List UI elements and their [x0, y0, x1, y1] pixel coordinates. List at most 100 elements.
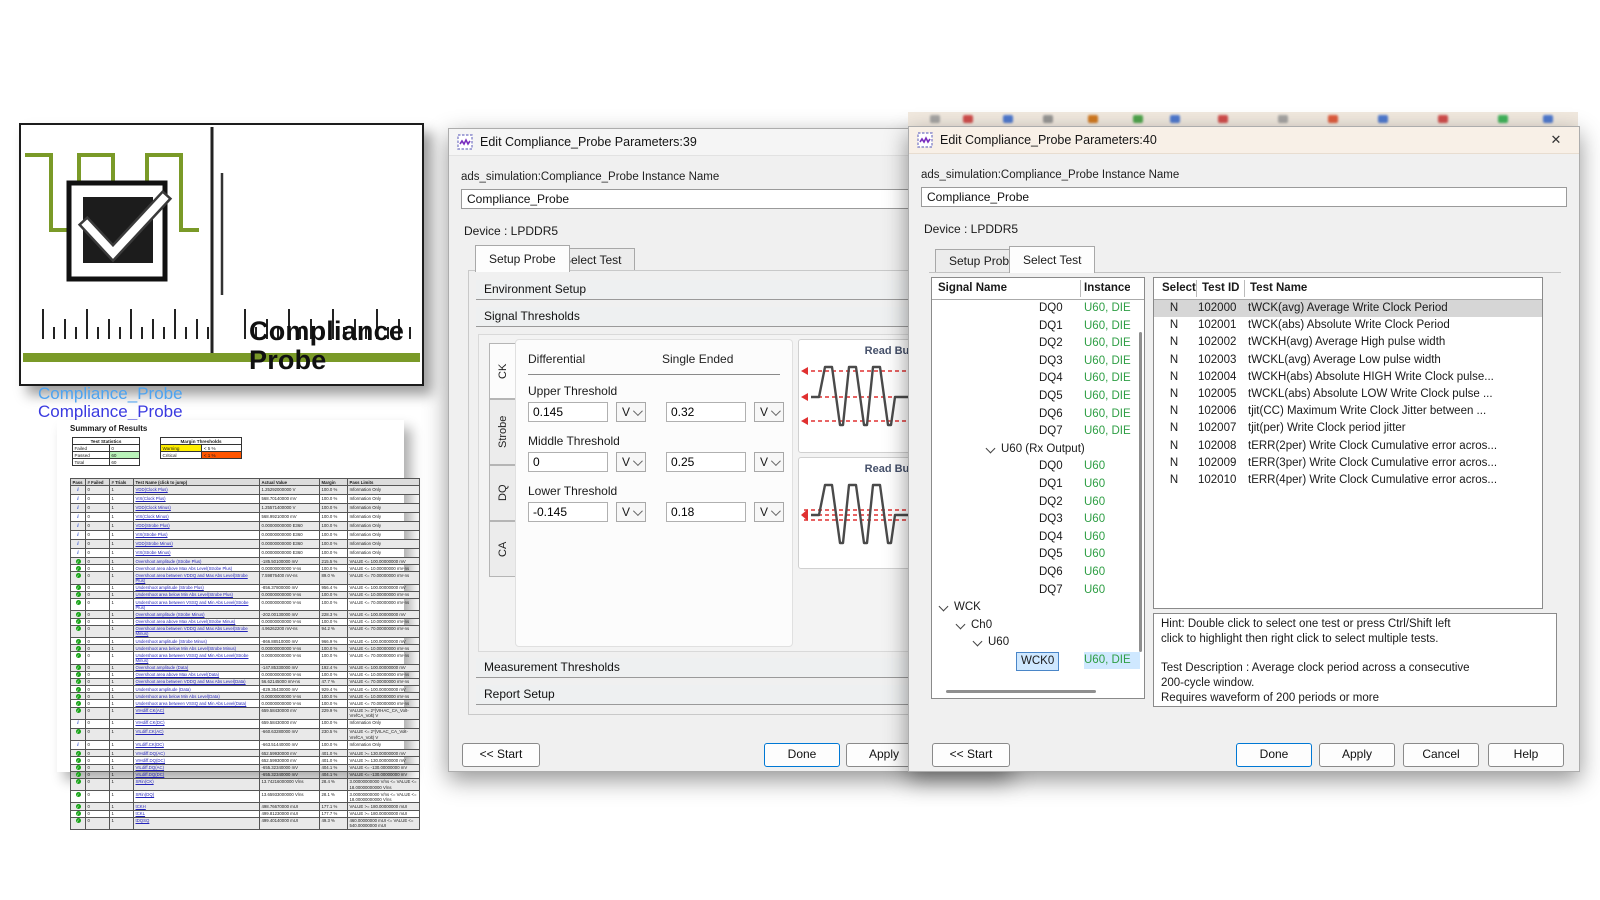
result-test-name-link[interactable]: Overshoot area above Max Abs Level(Strob… [134, 565, 260, 572]
result-test-name-link[interactable]: Overshoot area above Max Abs Level(Strob… [134, 618, 260, 625]
signal-row[interactable]: DQ1 U60 [932, 476, 1144, 494]
done-button[interactable]: Done [1236, 743, 1312, 767]
close-icon[interactable]: ✕ [1547, 131, 1565, 149]
result-test-name-link[interactable]: Undershoot area below Min Abs Level(Stro… [134, 645, 260, 652]
single-ended-unit-select[interactable]: V [754, 402, 784, 422]
signal-row[interactable]: DQ2 U60 [932, 494, 1144, 512]
signal-row[interactable]: DQ7 U60 [932, 582, 1144, 600]
test-row[interactable]: N 102003 tWCKL(avg) Average Low pulse wi… [1154, 352, 1542, 369]
signal-row[interactable]: DQ5 U60, DIE [932, 388, 1144, 406]
test-row[interactable]: N 102000 tWCK(avg) Average Write Clock P… [1154, 300, 1542, 317]
differential-unit-select[interactable]: V [616, 502, 646, 522]
result-test-name-link[interactable]: VDD(Clock Minus) [134, 504, 260, 513]
vtab-dq[interactable]: DQ [489, 465, 517, 521]
signal-row[interactable]: DQ4 U60 [932, 529, 1144, 547]
result-test-name-link[interactable]: VDD(Strobe Minus) [134, 540, 260, 549]
result-test-name-link[interactable]: Undershoot area below Min Abs Level(Stro… [134, 591, 260, 598]
test-row[interactable]: N 102005 tWCKL(abs) Absolute LOW Write C… [1154, 386, 1542, 403]
single-ended-value-input[interactable] [666, 502, 746, 522]
result-test-name-link[interactable]: Undershoot area between VSSQ and Min Abs… [134, 599, 260, 611]
single-ended-unit-select[interactable]: V [754, 502, 784, 522]
result-test-name-link[interactable]: VIHdiff.CK(DC) [134, 719, 260, 728]
result-test-name-link[interactable]: VDD(Clock Plus) [134, 486, 260, 495]
result-test-name-link[interactable]: VIX(Strobe Plus) [134, 531, 260, 540]
result-test-name-link[interactable]: Overshoot amplitude (Strobe Plus) [134, 558, 260, 565]
vtab-strobe[interactable]: Strobe [489, 399, 517, 465]
result-test-name-link[interactable]: Overshoot area between VDDQ and Max Abs … [134, 572, 260, 584]
test-row[interactable]: N 102007 tjit(per) Write Clock period ji… [1154, 420, 1542, 437]
signal-row[interactable]: DQ4 U60, DIE [932, 370, 1144, 388]
signal-row[interactable]: DQ0 U60, DIE [932, 300, 1144, 318]
single-ended-value-input[interactable] [666, 402, 746, 422]
done-button[interactable]: Done [764, 743, 840, 767]
result-test-name-link[interactable]: tDQSQ [134, 817, 260, 829]
result-test-name-link[interactable]: VILdiff.DQ(AC) [134, 764, 260, 771]
result-test-name-link[interactable]: Overshoot area between VDDQ and Max Abs … [134, 678, 260, 685]
signal-row[interactable]: Ch0 [932, 617, 1144, 635]
vtab-ca[interactable]: CA [489, 521, 517, 577]
result-test-name-link[interactable]: VIX(Clock Plus) [134, 495, 260, 504]
differential-unit-select[interactable]: V [616, 452, 646, 472]
tab-select-test[interactable]: Select Test [1009, 246, 1095, 273]
result-test-name-link[interactable]: Undershoot area between VSSQ and Min Abs… [134, 652, 260, 664]
help-button[interactable]: Help [1488, 743, 1564, 767]
signal-row[interactable]: DQ2 U60, DIE [932, 335, 1144, 353]
result-test-name-link[interactable]: VIX(Clock Minus) [134, 513, 260, 522]
result-test-name-link[interactable]: VILdiff.DQ(DC) [134, 771, 260, 778]
signal-row[interactable]: DQ6 U60, DIE [932, 406, 1144, 424]
start-button[interactable]: << Start [462, 743, 540, 767]
test-row[interactable]: N 102008 tERR(2per) Write Clock Cumulati… [1154, 438, 1542, 455]
test-row[interactable]: N 102002 tWCKH(avg) Average High pulse w… [1154, 334, 1542, 351]
instance-label-dark[interactable]: Compliance_Probe [38, 402, 183, 422]
result-test-name-link[interactable]: Undershoot area between VSSQ and Min Abs… [134, 700, 260, 707]
differential-unit-select[interactable]: V [616, 402, 646, 422]
signal-row[interactable]: DQ0 U60 [932, 458, 1144, 476]
dialog40-titlebar[interactable]: Edit Compliance_Probe Parameters:40 ✕ [909, 127, 1579, 154]
horizontal-scrollbar[interactable] [946, 690, 1096, 693]
differential-value-input[interactable] [528, 452, 608, 472]
result-test-name-link[interactable]: Undershoot amplitude (Strobe Minus) [134, 638, 260, 645]
signal-row[interactable]: WCK [932, 599, 1144, 617]
signal-row[interactable]: DQ5 U60 [932, 546, 1144, 564]
result-test-name-link[interactable]: SRin(CK) [134, 778, 260, 790]
result-test-name-link[interactable]: tCKH [134, 803, 260, 810]
result-test-name-link[interactable]: Undershoot area below Min Abs Level(Data… [134, 693, 260, 700]
signal-row[interactable]: U60 [932, 634, 1144, 652]
cancel-button[interactable]: Cancel [1403, 743, 1479, 767]
signal-row[interactable]: WCK0 U60, DIE [932, 652, 1144, 670]
vertical-scrollbar[interactable] [1139, 332, 1142, 652]
result-test-name-link[interactable]: VIHdiff.CK(AC) [134, 707, 260, 719]
test-row[interactable]: N 102006 tjit(CC) Maximum Write Clock Ji… [1154, 403, 1542, 420]
result-test-name-link[interactable]: VIHdiff.DQ(AC) [134, 750, 260, 757]
instance-label-light[interactable]: Compliance_Probe [38, 384, 183, 404]
instance-name-input[interactable] [921, 187, 1567, 207]
chevron-down-icon[interactable] [973, 637, 983, 647]
result-test-name-link[interactable]: Overshoot area between VDDQ and Max Abs … [134, 625, 260, 637]
signal-row[interactable]: DQ6 U60 [932, 564, 1144, 582]
chevron-down-icon[interactable] [956, 619, 966, 629]
test-row[interactable]: N 102004 tWCKH(abs) Absolute HIGH Write … [1154, 369, 1542, 386]
result-test-name-link[interactable]: VDD(Strobe Plus) [134, 522, 260, 531]
differential-value-input[interactable] [528, 402, 608, 422]
result-test-name-link[interactable]: VIHdiff.DQ(DC) [134, 757, 260, 764]
result-test-name-link[interactable]: VILdiff.CK(DC) [134, 741, 260, 750]
start-button[interactable]: << Start [932, 743, 1010, 767]
chevron-down-icon[interactable] [986, 443, 996, 453]
test-row[interactable]: N 102001 tWCK(abs) Absolute Write Clock … [1154, 317, 1542, 334]
signal-row[interactable]: U60 (Rx Output) [932, 441, 1144, 459]
result-test-name-link[interactable]: Overshoot amplitude (Strobe Minus) [134, 611, 260, 618]
signal-row[interactable]: DQ3 U60, DIE [932, 353, 1144, 371]
result-test-name-link[interactable]: tCKL [134, 810, 260, 817]
result-test-name-link[interactable]: VILdiff.CK(AC) [134, 728, 260, 740]
apply-button[interactable]: Apply [1319, 743, 1395, 767]
tab-setup-probe[interactable]: Setup Probe [475, 245, 570, 272]
result-test-name-link[interactable]: VIX(Strobe Minus) [134, 549, 260, 558]
differential-value-input[interactable] [528, 502, 608, 522]
single-ended-value-input[interactable] [666, 452, 746, 472]
result-test-name-link[interactable]: Undershoot amplitude (Data) [134, 686, 260, 693]
result-test-name-link[interactable]: Overshoot area above Max Abs Level(Data) [134, 671, 260, 678]
test-row[interactable]: N 102009 tERR(3per) Write Clock Cumulati… [1154, 455, 1542, 472]
chevron-down-icon[interactable] [939, 602, 949, 612]
signal-row[interactable]: DQ1 U60, DIE [932, 318, 1144, 336]
single-ended-unit-select[interactable]: V [754, 452, 784, 472]
